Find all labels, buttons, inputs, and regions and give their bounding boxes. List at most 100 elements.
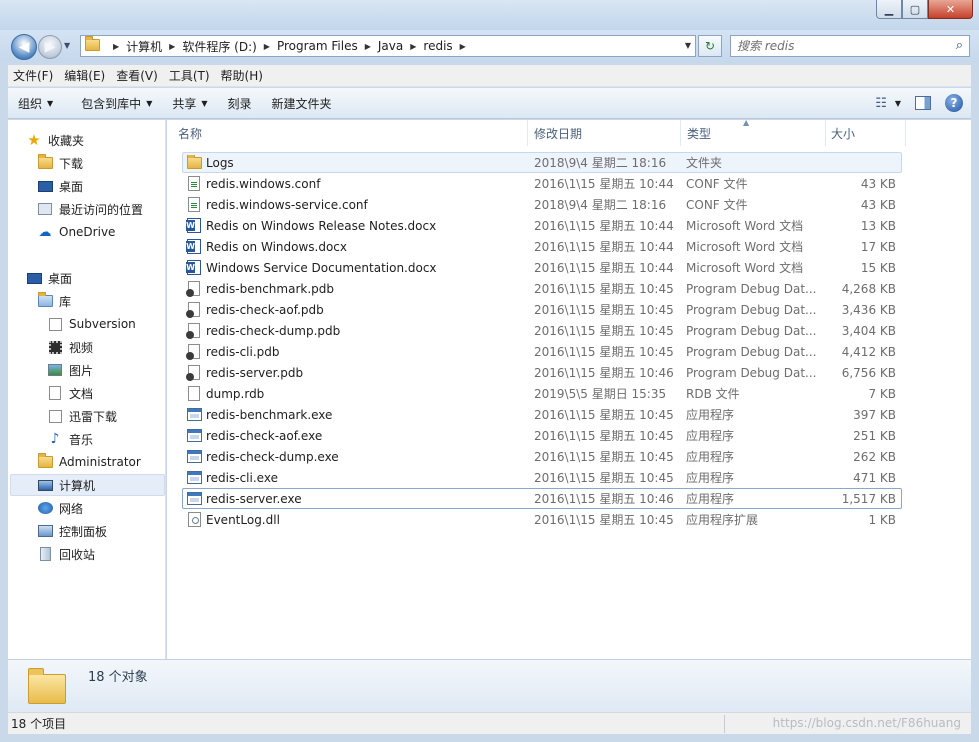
file-name-cell[interactable]: Redis on Windows.docx — [167, 239, 528, 255]
file-name-cell[interactable]: redis-server.exe — [167, 491, 528, 507]
file-row[interactable]: dump.rdb 2019\5\5 星期日 15:35 RDB 文件 7 KB — [167, 383, 971, 404]
column-header-date[interactable]: 修改日期 — [528, 120, 681, 146]
file-row[interactable]: redis-benchmark.exe 2016\1\15 星期五 10:45 应用… — [167, 404, 971, 425]
help-icon[interactable]: ? — [945, 94, 963, 112]
organize-button[interactable]: 组织 ▼ — [8, 95, 63, 112]
breadcrumb-java[interactable]: Java — [378, 39, 403, 53]
menu-edit[interactable]: 编辑(E) — [59, 67, 110, 84]
file-row[interactable]: redis-benchmark.pdb 2016\1\15 星期五 10:45 Pr… — [167, 278, 971, 299]
menu-file[interactable]: 文件(F) — [8, 67, 58, 84]
nav-favorites[interactable]: ★ 收藏夹 — [26, 129, 183, 151]
file-row[interactable]: redis-check-dump.pdb 2016\1\15 星期五 10:45 P… — [167, 320, 971, 341]
minimize-button[interactable]: ▁ — [876, 0, 902, 19]
dll-file-icon — [186, 512, 202, 528]
file-row[interactable]: redis-server.exe 2016\1\15 星期五 10:46 应用程序 1… — [167, 488, 971, 509]
file-name-cell[interactable]: Windows Service Documentation.docx — [167, 260, 528, 276]
close-button[interactable]: ✕ — [928, 0, 973, 19]
breadcrumb-redis[interactable]: redis — [423, 39, 452, 53]
search-icon[interactable]: ⌕ — [956, 38, 963, 53]
file-size: 3,436 KB — [841, 302, 896, 317]
file-name-cell[interactable]: redis-check-aof.exe — [167, 428, 528, 444]
command-bar: 组织 ▼ 包含到库中 ▼ 共享 ▼ 刻录 新建文件夹 ☷ ▼ ? — [8, 88, 971, 119]
file-row[interactable]: redis-cli.exe 2016\1\15 星期五 10:45 应用程序 471 … — [167, 467, 971, 488]
chevron-right-icon[interactable]: ▶ — [460, 42, 466, 51]
file-name-cell[interactable]: redis-benchmark.pdb — [167, 281, 528, 297]
file-name-cell[interactable]: redis.windows-service.conf — [167, 197, 528, 213]
cloud-icon: ☁ — [38, 224, 52, 240]
file-name: redis-check-aof.exe — [206, 428, 323, 443]
file-name-cell[interactable]: redis-check-dump.pdb — [167, 323, 528, 339]
file-row[interactable]: redis.windows-service.conf 2018\9\4 星期二 1… — [167, 194, 971, 215]
chevron-right-icon[interactable]: ▶ — [169, 42, 175, 51]
search-input[interactable] — [737, 39, 937, 53]
nav-label: 计算机 — [59, 478, 96, 493]
file-name-cell[interactable]: redis.windows.conf — [167, 176, 528, 192]
back-button[interactable]: ◀ — [11, 34, 37, 60]
address-bar[interactable]: ▶ 计算机 ▶ 软件程序 (D:) ▶ Program Files ▶ Java… — [80, 35, 696, 57]
file-name: Redis on Windows Release Notes.docx — [206, 218, 437, 233]
sort-ascending-icon: ▲ — [743, 118, 750, 127]
file-type: Program Debug Dat... — [686, 281, 817, 296]
file-name: redis-server.pdb — [206, 365, 304, 380]
file-row[interactable]: Redis on Windows Release Notes.docx 2016\… — [167, 215, 971, 236]
column-header-type[interactable]: ▲ 类型 — [681, 118, 826, 146]
file-name-cell[interactable]: redis-check-dump.exe — [167, 449, 528, 465]
computer-icon — [37, 478, 53, 492]
nav-computer[interactable]: 计算机 — [8, 474, 165, 496]
file-name-cell[interactable]: redis-benchmark.exe — [167, 407, 528, 423]
file-type: Program Debug Dat... — [686, 344, 817, 359]
file-date: 2016\1\15 星期五 10:45 — [534, 282, 674, 296]
change-view-button[interactable]: ☷ ▼ — [875, 96, 901, 111]
maximize-button[interactable]: ▢ — [902, 0, 928, 19]
file-size: 17 KB — [860, 239, 896, 254]
file-name-cell[interactable]: redis-server.pdb — [167, 365, 528, 381]
file-row[interactable]: EventLog.dll 2016\1\15 星期五 10:45 应用程序扩展 1 K… — [167, 509, 971, 530]
breadcrumb-drive-d[interactable]: 软件程序 (D:) — [182, 38, 256, 55]
file-name: redis-check-aof.pdb — [206, 302, 324, 317]
file-name: redis.windows-service.conf — [206, 197, 368, 212]
burn-button[interactable]: 刻录 — [218, 95, 262, 112]
breadcrumb-program-files[interactable]: Program Files — [277, 39, 358, 53]
user-folder-icon — [37, 453, 53, 469]
chevron-right-icon[interactable]: ▶ — [113, 42, 119, 51]
chevron-right-icon[interactable]: ▶ — [264, 42, 270, 51]
share-button[interactable]: 共享 ▼ — [162, 95, 217, 112]
file-size: 251 KB — [853, 428, 896, 443]
file-name-cell[interactable]: dump.rdb — [167, 386, 528, 402]
menu-help[interactable]: 帮助(H) — [216, 67, 268, 84]
chevron-right-icon[interactable]: ▶ — [365, 42, 371, 51]
nav-desktop[interactable]: 桌面 — [26, 267, 183, 289]
file-row[interactable]: redis-check-aof.pdb 2016\1\15 星期五 10:45 Pr… — [167, 299, 971, 320]
search-box[interactable]: ⌕ — [730, 35, 970, 57]
file-row[interactable]: Windows Service Documentation.docx 2016\1… — [167, 257, 971, 278]
new-folder-button[interactable]: 新建文件夹 — [262, 95, 342, 112]
preview-pane-icon[interactable] — [915, 96, 931, 110]
menu-view[interactable]: 查看(V) — [111, 67, 163, 84]
file-row[interactable]: Redis on Windows.docx 2016\1\15 星期五 10:44… — [167, 236, 971, 257]
recent-pages-dropdown-icon[interactable]: ▼ — [64, 41, 70, 50]
file-name-cell[interactable]: Redis on Windows Release Notes.docx — [167, 218, 528, 234]
file-row[interactable]: redis-server.pdb 2016\1\15 星期五 10:46 Progr… — [167, 362, 971, 383]
file-row[interactable]: redis-cli.pdb 2016\1\15 星期五 10:45 Program … — [167, 341, 971, 362]
file-name-cell[interactable]: redis-check-aof.pdb — [167, 302, 528, 318]
column-headers: 名称 修改日期 ▲ 类型 大小 — [167, 118, 971, 146]
chevron-right-icon[interactable]: ▶ — [410, 42, 416, 51]
address-history-dropdown-icon[interactable]: ▼ — [685, 41, 691, 50]
file-name-cell[interactable]: Logs — [167, 154, 528, 171]
file-row[interactable]: redis-check-dump.exe 2016\1\15 星期五 10:45 应… — [167, 446, 971, 467]
file-type: Program Debug Dat... — [686, 302, 817, 317]
file-size: 43 KB — [860, 176, 896, 191]
include-in-library-button[interactable]: 包含到库中 ▼ — [71, 95, 162, 112]
column-header-size[interactable]: 大小 — [826, 120, 906, 146]
refresh-button[interactable]: ↻ — [698, 35, 722, 57]
breadcrumb-computer[interactable]: 计算机 — [126, 38, 162, 55]
file-row[interactable]: Logs 2018\9\4 星期二 18:16 文件夹 — [167, 152, 971, 173]
file-name-cell[interactable]: redis-cli.pdb — [167, 344, 528, 360]
file-name-cell[interactable]: redis-cli.exe — [167, 470, 528, 486]
file-row[interactable]: redis-check-aof.exe 2016\1\15 星期五 10:45 应用… — [167, 425, 971, 446]
forward-button[interactable]: ▶ — [38, 35, 62, 59]
menu-tools[interactable]: 工具(T) — [164, 67, 215, 84]
column-header-name[interactable]: 名称 — [167, 120, 528, 146]
file-name-cell[interactable]: EventLog.dll — [167, 512, 528, 528]
file-row[interactable]: redis.windows.conf 2016\1\15 星期五 10:44 CON… — [167, 173, 971, 194]
